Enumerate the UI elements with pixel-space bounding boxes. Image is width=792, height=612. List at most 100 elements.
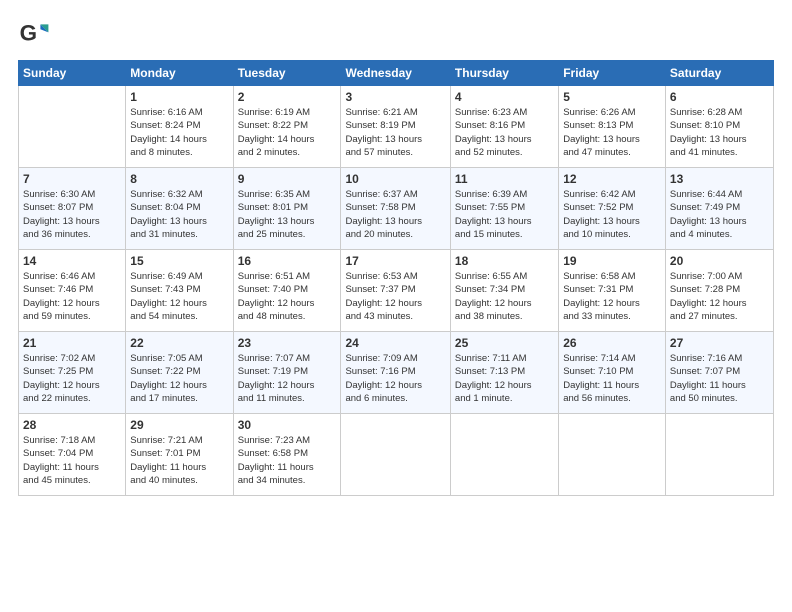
day-number: 25 bbox=[455, 336, 554, 350]
day-number: 22 bbox=[130, 336, 228, 350]
weekday-header-thursday: Thursday bbox=[450, 61, 558, 86]
day-info: Sunrise: 6:53 AM Sunset: 7:37 PM Dayligh… bbox=[345, 270, 445, 323]
calendar-cell: 9 Sunrise: 6:35 AM Sunset: 8:01 PM Daylig… bbox=[233, 168, 341, 250]
weekday-row: SundayMondayTuesdayWednesdayThursdayFrid… bbox=[19, 61, 774, 86]
calendar-cell: 20 Sunrise: 7:00 AM Sunset: 7:28 PM Dayli… bbox=[665, 250, 773, 332]
day-number: 18 bbox=[455, 254, 554, 268]
header: G bbox=[18, 18, 774, 50]
day-info: Sunrise: 6:35 AM Sunset: 8:01 PM Dayligh… bbox=[238, 188, 337, 241]
weekday-header-friday: Friday bbox=[559, 61, 666, 86]
week-row-3: 14 Sunrise: 6:46 AM Sunset: 7:46 PM Dayli… bbox=[19, 250, 774, 332]
day-info: Sunrise: 6:44 AM Sunset: 7:49 PM Dayligh… bbox=[670, 188, 769, 241]
day-number: 9 bbox=[238, 172, 337, 186]
day-number: 21 bbox=[23, 336, 121, 350]
calendar-cell: 11Sunrise: 6:39 AM Sunset: 7:55 PM Dayli… bbox=[450, 168, 558, 250]
week-row-4: 21 Sunrise: 7:02 AM Sunset: 7:25 PM Dayli… bbox=[19, 332, 774, 414]
day-info: Sunrise: 7:11 AM Sunset: 7:13 PM Dayligh… bbox=[455, 352, 554, 405]
calendar-cell: 21 Sunrise: 7:02 AM Sunset: 7:25 PM Dayli… bbox=[19, 332, 126, 414]
day-number: 29 bbox=[130, 418, 228, 432]
day-number: 3 bbox=[345, 90, 445, 104]
calendar-cell bbox=[450, 414, 558, 496]
day-number: 26 bbox=[563, 336, 661, 350]
day-info: Sunrise: 6:42 AM Sunset: 7:52 PM Dayligh… bbox=[563, 188, 661, 241]
day-number: 10 bbox=[345, 172, 445, 186]
weekday-header-saturday: Saturday bbox=[665, 61, 773, 86]
calendar-cell: 17 Sunrise: 6:53 AM Sunset: 7:37 PM Dayli… bbox=[341, 250, 450, 332]
calendar-cell: 26Sunrise: 7:14 AM Sunset: 7:10 PM Dayli… bbox=[559, 332, 666, 414]
day-number: 30 bbox=[238, 418, 337, 432]
day-number: 8 bbox=[130, 172, 228, 186]
day-info: Sunrise: 6:46 AM Sunset: 7:46 PM Dayligh… bbox=[23, 270, 121, 323]
day-info: Sunrise: 6:28 AM Sunset: 8:10 PM Dayligh… bbox=[670, 106, 769, 159]
day-info: Sunrise: 6:58 AM Sunset: 7:31 PM Dayligh… bbox=[563, 270, 661, 323]
day-info: Sunrise: 7:07 AM Sunset: 7:19 PM Dayligh… bbox=[238, 352, 337, 405]
calendar-cell: 13 Sunrise: 6:44 AM Sunset: 7:49 PM Dayli… bbox=[665, 168, 773, 250]
calendar: SundayMondayTuesdayWednesdayThursdayFrid… bbox=[18, 60, 774, 496]
weekday-header-monday: Monday bbox=[126, 61, 233, 86]
calendar-cell bbox=[19, 86, 126, 168]
day-number: 4 bbox=[455, 90, 554, 104]
calendar-cell bbox=[341, 414, 450, 496]
day-number: 24 bbox=[345, 336, 445, 350]
day-info: Sunrise: 6:30 AM Sunset: 8:07 PM Dayligh… bbox=[23, 188, 121, 241]
svg-text:G: G bbox=[20, 20, 37, 45]
weekday-header-wednesday: Wednesday bbox=[341, 61, 450, 86]
logo: G bbox=[18, 18, 52, 50]
calendar-cell: 18 Sunrise: 6:55 AM Sunset: 7:34 PM Dayli… bbox=[450, 250, 558, 332]
day-number: 12 bbox=[563, 172, 661, 186]
calendar-cell: 22 Sunrise: 7:05 AM Sunset: 7:22 PM Dayli… bbox=[126, 332, 233, 414]
page: G SundayMondayTuesdayWednesdayThursdayFr… bbox=[0, 0, 792, 612]
day-number: 14 bbox=[23, 254, 121, 268]
calendar-cell: 4Sunrise: 6:23 AM Sunset: 8:16 PM Daylig… bbox=[450, 86, 558, 168]
day-info: Sunrise: 6:21 AM Sunset: 8:19 PM Dayligh… bbox=[345, 106, 445, 159]
day-info: Sunrise: 6:16 AM Sunset: 8:24 PM Dayligh… bbox=[130, 106, 228, 159]
day-number: 20 bbox=[670, 254, 769, 268]
calendar-cell bbox=[559, 414, 666, 496]
calendar-cell: 24 Sunrise: 7:09 AM Sunset: 7:16 PM Dayli… bbox=[341, 332, 450, 414]
day-info: Sunrise: 6:26 AM Sunset: 8:13 PM Dayligh… bbox=[563, 106, 661, 159]
calendar-cell: 10 Sunrise: 6:37 AM Sunset: 7:58 PM Dayli… bbox=[341, 168, 450, 250]
weekday-header-sunday: Sunday bbox=[19, 61, 126, 86]
day-number: 5 bbox=[563, 90, 661, 104]
day-number: 23 bbox=[238, 336, 337, 350]
calendar-cell: 3 Sunrise: 6:21 AM Sunset: 8:19 PM Daylig… bbox=[341, 86, 450, 168]
day-info: Sunrise: 7:23 AM Sunset: 6:58 PM Dayligh… bbox=[238, 434, 337, 487]
week-row-5: 28 Sunrise: 7:18 AM Sunset: 7:04 PM Dayli… bbox=[19, 414, 774, 496]
day-number: 6 bbox=[670, 90, 769, 104]
day-number: 11 bbox=[455, 172, 554, 186]
day-number: 27 bbox=[670, 336, 769, 350]
day-info: Sunrise: 6:51 AM Sunset: 7:40 PM Dayligh… bbox=[238, 270, 337, 323]
day-info: Sunrise: 6:55 AM Sunset: 7:34 PM Dayligh… bbox=[455, 270, 554, 323]
calendar-cell: 19 Sunrise: 6:58 AM Sunset: 7:31 PM Dayli… bbox=[559, 250, 666, 332]
calendar-cell: 25 Sunrise: 7:11 AM Sunset: 7:13 PM Dayli… bbox=[450, 332, 558, 414]
day-info: Sunrise: 6:19 AM Sunset: 8:22 PM Dayligh… bbox=[238, 106, 337, 159]
calendar-cell: 7 Sunrise: 6:30 AM Sunset: 8:07 PM Daylig… bbox=[19, 168, 126, 250]
calendar-cell: 5 Sunrise: 6:26 AM Sunset: 8:13 PM Daylig… bbox=[559, 86, 666, 168]
day-info: Sunrise: 7:02 AM Sunset: 7:25 PM Dayligh… bbox=[23, 352, 121, 405]
calendar-cell: 27 Sunrise: 7:16 AM Sunset: 7:07 PM Dayli… bbox=[665, 332, 773, 414]
day-number: 19 bbox=[563, 254, 661, 268]
day-info: Sunrise: 7:16 AM Sunset: 7:07 PM Dayligh… bbox=[670, 352, 769, 405]
calendar-cell: 6 Sunrise: 6:28 AM Sunset: 8:10 PM Daylig… bbox=[665, 86, 773, 168]
day-number: 28 bbox=[23, 418, 121, 432]
day-info: Sunrise: 7:05 AM Sunset: 7:22 PM Dayligh… bbox=[130, 352, 228, 405]
day-info: Sunrise: 6:37 AM Sunset: 7:58 PM Dayligh… bbox=[345, 188, 445, 241]
week-row-1: 1Sunrise: 6:16 AM Sunset: 8:24 PM Daylig… bbox=[19, 86, 774, 168]
day-info: Sunrise: 7:00 AM Sunset: 7:28 PM Dayligh… bbox=[670, 270, 769, 323]
calendar-cell: 14 Sunrise: 6:46 AM Sunset: 7:46 PM Dayli… bbox=[19, 250, 126, 332]
calendar-cell: 8Sunrise: 6:32 AM Sunset: 8:04 PM Daylig… bbox=[126, 168, 233, 250]
day-number: 15 bbox=[130, 254, 228, 268]
calendar-cell: 2Sunrise: 6:19 AM Sunset: 8:22 PM Daylig… bbox=[233, 86, 341, 168]
day-info: Sunrise: 7:18 AM Sunset: 7:04 PM Dayligh… bbox=[23, 434, 121, 487]
day-info: Sunrise: 6:49 AM Sunset: 7:43 PM Dayligh… bbox=[130, 270, 228, 323]
calendar-cell: 28 Sunrise: 7:18 AM Sunset: 7:04 PM Dayli… bbox=[19, 414, 126, 496]
calendar-body: 1Sunrise: 6:16 AM Sunset: 8:24 PM Daylig… bbox=[19, 86, 774, 496]
calendar-cell: 23 Sunrise: 7:07 AM Sunset: 7:19 PM Dayli… bbox=[233, 332, 341, 414]
calendar-cell: 29Sunrise: 7:21 AM Sunset: 7:01 PM Dayli… bbox=[126, 414, 233, 496]
day-info: Sunrise: 7:09 AM Sunset: 7:16 PM Dayligh… bbox=[345, 352, 445, 405]
day-number: 17 bbox=[345, 254, 445, 268]
day-number: 7 bbox=[23, 172, 121, 186]
calendar-cell: 12 Sunrise: 6:42 AM Sunset: 7:52 PM Dayli… bbox=[559, 168, 666, 250]
logo-icon: G bbox=[18, 18, 50, 50]
day-number: 13 bbox=[670, 172, 769, 186]
